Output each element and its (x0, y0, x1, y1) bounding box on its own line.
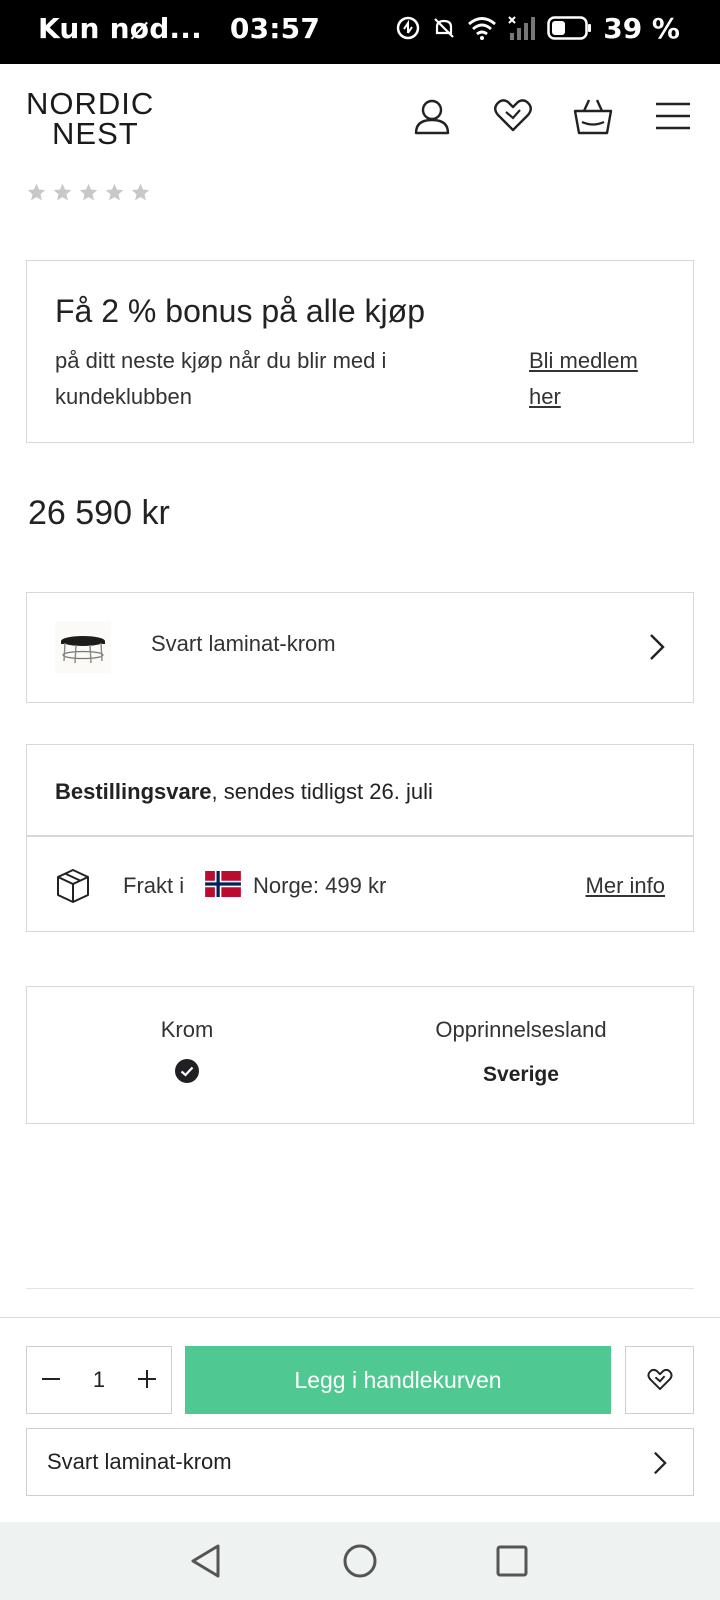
battery-icon (547, 16, 592, 40)
product-specs: Krom Opprinnelsesland Sverige (26, 986, 694, 1124)
logo-line-1: NORDIC (26, 86, 155, 121)
availability-status: Bestillingsvare (55, 779, 212, 804)
wifi-icon (468, 17, 497, 40)
sticky-variant-selector[interactable]: Svart laminat-krom (26, 1428, 694, 1496)
product-thumbnail (55, 621, 111, 673)
mute-icon (434, 18, 454, 38)
chevron-right-icon (654, 1451, 667, 1475)
add-to-wishlist-button[interactable] (625, 1346, 694, 1414)
plus-icon[interactable] (137, 1369, 157, 1389)
variant-selector[interactable]: Svart laminat-krom (26, 592, 694, 703)
join-club-link[interactable]: Bli medlem her (529, 343, 669, 415)
site-header: NORDIC NEST (0, 64, 720, 174)
check-circle-icon (175, 1059, 199, 1083)
carrier-text: Kun nød... (38, 12, 202, 45)
menu-icon[interactable] (654, 96, 692, 136)
product-price: 26 590 kr (28, 494, 170, 532)
status-bar: Kun nød... 03:57 39 % (0, 0, 720, 64)
section-divider (26, 1288, 694, 1289)
status-right: 39 % (395, 11, 680, 45)
status-left: Kun nød... 03:57 (38, 12, 320, 45)
spec-material-label: Krom (160, 1017, 214, 1042)
star-icon (53, 183, 72, 201)
norway-flag-icon (205, 871, 241, 897)
spec-origin-label: Opprinnelsesland (435, 1017, 607, 1042)
availability-text: Bestillingsvare, sendes tidligst 26. jul… (55, 779, 433, 805)
chevron-right-icon (650, 634, 665, 660)
wishlist-icon (647, 1368, 673, 1391)
spec-material: Krom (27, 1017, 347, 1088)
bonus-description: på ditt neste kjøp når du blir med i kun… (55, 348, 387, 409)
variant-label: Svart laminat-krom (151, 631, 336, 656)
quantity-stepper[interactable]: 1 (26, 1346, 172, 1414)
star-icon (79, 183, 98, 201)
star-icon (105, 183, 124, 201)
wishlist-icon[interactable] (492, 96, 534, 136)
availability-date: , sendes tidligst 26. juli (211, 779, 433, 804)
data-saver-icon (396, 16, 420, 40)
spec-origin-value: Sverige (483, 1063, 559, 1086)
bonus-banner: Få 2 % bonus på alle kjøp på ditt neste … (26, 260, 694, 443)
logo-line-2: NEST (52, 116, 139, 151)
battery-percent: 39 % (603, 11, 680, 45)
back-icon[interactable] (188, 1542, 224, 1580)
nordic-nest-logo[interactable]: NORDIC NEST (26, 86, 155, 151)
bonus-title: Få 2 % bonus på alle kjøp (55, 293, 425, 329)
basket-icon[interactable] (572, 96, 614, 136)
home-icon[interactable] (342, 1542, 378, 1580)
more-info-link[interactable]: Mer info (586, 873, 665, 899)
account-icon[interactable] (412, 96, 452, 136)
spec-origin: Opprinnelsesland Sverige (361, 1017, 681, 1087)
star-icon (131, 183, 150, 201)
signal-icon (508, 16, 536, 40)
recents-icon[interactable] (494, 1542, 530, 1580)
sticky-variant-label: Svart laminat-krom (47, 1449, 232, 1474)
divider (27, 835, 693, 837)
clock-time: 03:57 (229, 12, 321, 45)
star-icon (27, 183, 46, 201)
shipping-prefix: Frakt i (123, 873, 185, 898)
package-icon (57, 869, 89, 903)
system-nav-bar (0, 1522, 720, 1600)
add-to-cart-button[interactable]: Legg i handlekurven (185, 1346, 611, 1414)
shipping-cost: Norge: 499 kr (253, 873, 387, 898)
rating-stars[interactable] (26, 182, 151, 203)
sticky-purchase-bar: 1 Legg i handlekurven Svart laminat-krom (0, 1317, 720, 1522)
delivery-info: Bestillingsvare, sendes tidligst 26. jul… (26, 744, 694, 932)
